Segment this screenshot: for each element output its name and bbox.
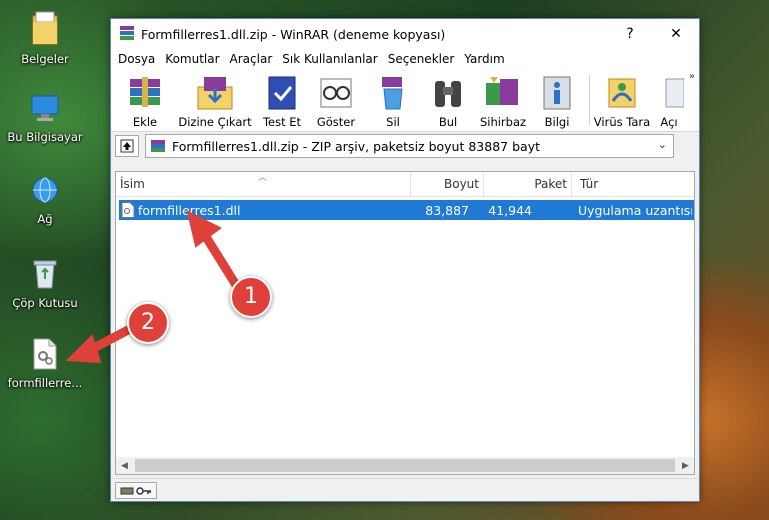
drive-icon [120,487,134,494]
file-size: 83,887 [425,202,469,218]
toolbar-add-button[interactable]: Ekle [117,69,173,129]
find-icon [427,73,469,113]
archive-path-combobox[interactable]: Formfillerres1.dll.zip - ZIP arşiv, pake… [145,134,674,158]
toolbar-label: Açı [660,115,678,129]
file-type: Uygulama uzantısı [578,202,692,218]
winrar-app-icon [119,25,135,44]
toolbar-find-button[interactable]: Bul [421,69,475,129]
close-button[interactable]: ✕ [653,19,699,49]
status-indicator[interactable] [115,482,157,499]
virus-scan-icon [601,73,643,113]
help-button[interactable]: ? [607,19,653,49]
toolbar-label: Sihirbaz [479,115,527,129]
toolbar-virus-scan-button[interactable]: Virüs Tara [590,69,654,129]
desktop-icon-recycle-bin[interactable]: Çöp Kutusu [2,256,88,310]
menu-commands[interactable]: Komutlar [162,52,226,66]
toolbar-label: Virüs Tara [593,115,651,129]
desktop-icon-label: formfillerre... [7,376,83,390]
winrar-window: Formfillerres1.dll.zip - WinRAR (deneme … [110,18,700,502]
toolbar-overflow-button[interactable]: » [689,71,695,82]
step-badge-2: 2 [127,302,169,344]
file-list-header: İsim Boyut Paket Tür ︿ [116,172,694,197]
desktop-icon-documents[interactable]: Belgeler [2,10,88,66]
desktop-icon-label: Belgeler [21,52,69,66]
documents-folder-icon [2,10,88,49]
desktop-icon-label: Bu Bilgisayar [7,130,83,144]
desktop-icon-this-pc[interactable]: Bu Bilgisayar [2,92,88,144]
dll-file-icon [2,338,88,373]
scrollbar-thumb[interactable] [135,459,675,472]
dll-file-icon [121,202,135,218]
status-bar [111,478,699,501]
window-title: Formfillerres1.dll.zip - WinRAR (deneme … [141,26,446,42]
delete-icon [372,73,414,113]
toolbar-label: Bul [438,115,458,129]
view-icon [315,73,357,113]
toolbar-label: Ekle [132,115,158,129]
toolbar-label: Göster [316,115,356,129]
toolbar-info-button[interactable]: Bilgi [531,69,583,129]
network-icon [2,174,88,209]
toolbar: Ekle Dizine Çıkart Test Et Göster Sil Bu… [111,69,699,132]
file-list[interactable]: İsim Boyut Paket Tür ︿ formfillerres1.dl… [115,171,695,475]
up-folder-button[interactable] [115,135,139,157]
up-arrow-icon [120,139,134,153]
desktop-icon-label: Ağ [37,212,53,226]
toolbar-test-button[interactable]: Test Et [257,69,307,129]
computer-icon [2,92,88,127]
sort-ascending-icon: ︿ [258,173,268,183]
toolbar-delete-button[interactable]: Sil [365,69,421,129]
horizontal-scrollbar[interactable]: ◀ ▶ [116,457,694,474]
menu-tools[interactable]: Araçlar [227,52,280,66]
scroll-left-icon[interactable]: ◀ [116,461,133,471]
toolbar-label: Sil [386,115,400,129]
toolbar-extract-button[interactable]: Dizine Çıkart [173,69,257,129]
address-bar: Formfillerres1.dll.zip - ZIP arşiv, pake… [111,132,699,160]
desktop-icon-label: Çöp Kutusu [12,296,78,310]
archive-path-text: Formfillerres1.dll.zip - ZIP arşiv, pake… [172,138,540,154]
info-icon [536,73,578,113]
add-archive-icon [124,73,166,113]
title-bar[interactable]: Formfillerres1.dll.zip - WinRAR (deneme … [111,19,699,49]
toolbar-label: Test Et [262,115,302,129]
menu-options[interactable]: Seçenekler [385,52,462,66]
menu-help[interactable]: Yardım [461,52,511,66]
open-icon [654,73,684,113]
toolbar-view-button[interactable]: Göster [307,69,365,129]
recycle-bin-icon [2,256,88,293]
toolbar-label: Dizine Çıkart [178,115,252,129]
toolbar-label: Bilgi [544,115,570,129]
scroll-right-icon[interactable]: ▶ [677,461,694,471]
file-packed-size: 41,944 [488,202,532,218]
menu-file[interactable]: Dosya [115,52,162,66]
menu-bar: Dosya Komutlar Araçlar Sık Kullanılanlar… [111,49,699,69]
step-badge-1: 1 [230,276,272,318]
extract-to-icon [194,73,236,113]
chevron-down-icon[interactable]: ⌄ [658,138,667,151]
key-icon [136,486,151,495]
menu-favorites[interactable]: Sık Kullanılanlar [279,52,384,66]
desktop-icon-dll-file[interactable]: formfillerre... [2,338,88,390]
zip-archive-icon [151,140,165,152]
column-size[interactable]: Boyut [411,172,484,196]
wizard-icon [482,73,524,113]
desktop-icon-network[interactable]: Ağ [2,174,88,226]
file-name: formfillerres1.dll [138,202,241,218]
test-icon [261,73,303,113]
table-row[interactable]: formfillerres1.dll 83,887 41,944 Uygulam… [119,200,694,220]
toolbar-wizard-button[interactable]: Sihirbaz [475,69,531,129]
column-packed[interactable]: Paket [484,172,572,196]
toolbar-open-button[interactable]: Açı [654,69,684,129]
column-type[interactable]: Tür [572,172,694,196]
